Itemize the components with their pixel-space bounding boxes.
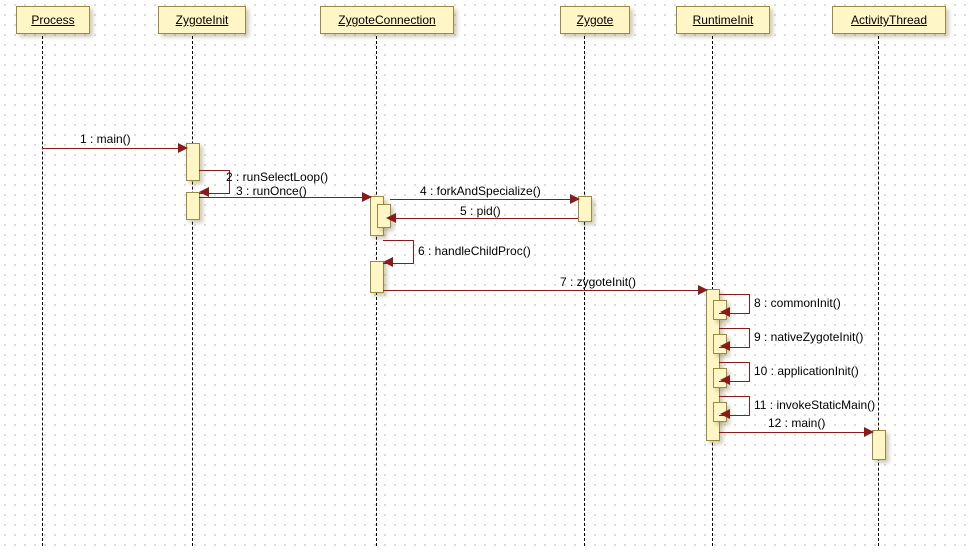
- activation-zygoteconnection-3: [370, 261, 384, 293]
- msg5-line: [390, 218, 578, 219]
- msg2-label: 2 : runSelectLoop(): [226, 170, 328, 184]
- lifeline-line-process: [42, 36, 43, 546]
- lifeline-process-label: Process: [31, 13, 74, 27]
- activation-zygote: [578, 196, 592, 222]
- msg3-arrow: [362, 192, 372, 202]
- activation-zygoteinit-1: [186, 143, 200, 181]
- lifeline-runtimeinit-label: RuntimeInit: [693, 13, 754, 27]
- lifeline-zygoteinit-label: ZygoteInit: [176, 13, 229, 27]
- lifeline-line-zygoteinit: [192, 36, 193, 546]
- activation-activitythread: [872, 430, 886, 460]
- msg4-arrow: [570, 194, 580, 204]
- activation-zygoteinit-2: [186, 192, 200, 220]
- msg7-line: [383, 290, 703, 291]
- msg12-line: [719, 432, 869, 433]
- msg7-arrow: [698, 285, 708, 295]
- msg1-label: 1 : main(): [80, 132, 131, 146]
- msg6-label: 6 : handleChildProc(): [418, 244, 531, 258]
- lifeline-process: Process: [16, 6, 90, 34]
- msg5-label: 5 : pid(): [460, 204, 501, 218]
- lifeline-zygoteinit: ZygoteInit: [158, 6, 246, 34]
- lifeline-activitythread: ActivityThread: [832, 6, 946, 34]
- msg3-label: 3 : runOnce(): [236, 184, 307, 198]
- msg8-arrow: [720, 307, 730, 317]
- msg10-arrow: [720, 375, 730, 385]
- msg12-label: 12 : main(): [768, 416, 825, 430]
- lifeline-zygote: Zygote: [560, 6, 630, 34]
- msg11-label: 11 : invokeStaticMain(): [754, 398, 875, 412]
- msg1-line: [42, 148, 182, 149]
- msg11-arrow: [720, 409, 730, 419]
- msg5-arrow: [386, 213, 396, 223]
- lifeline-runtimeinit: RuntimeInit: [676, 6, 770, 34]
- lifeline-line-zygote: [584, 36, 585, 546]
- lifeline-zygoteconnection-label: ZygoteConnection: [338, 13, 435, 27]
- lifeline-zygoteconnection: ZygoteConnection: [320, 6, 454, 34]
- msg12-arrow: [864, 427, 874, 437]
- lifeline-line-activitythread: [878, 36, 879, 546]
- msg9-arrow: [720, 341, 730, 351]
- lifeline-zygote-label: Zygote: [577, 13, 614, 27]
- msg10-label: 10 : applicationInit(): [754, 364, 859, 378]
- msg9-label: 9 : nativeZygoteInit(): [754, 330, 863, 344]
- msg2-arrow: [199, 187, 209, 197]
- msg6-arrow: [383, 257, 393, 267]
- msg1-arrow: [178, 143, 188, 153]
- msg8-label: 8 : commonInit(): [754, 296, 841, 310]
- msg4-label: 4 : forkAndSpecialize(): [420, 184, 541, 198]
- lifeline-activitythread-label: ActivityThread: [851, 13, 927, 27]
- msg4-line: [390, 199, 574, 200]
- msg7-label: 7 : zygoteInit(): [560, 275, 636, 289]
